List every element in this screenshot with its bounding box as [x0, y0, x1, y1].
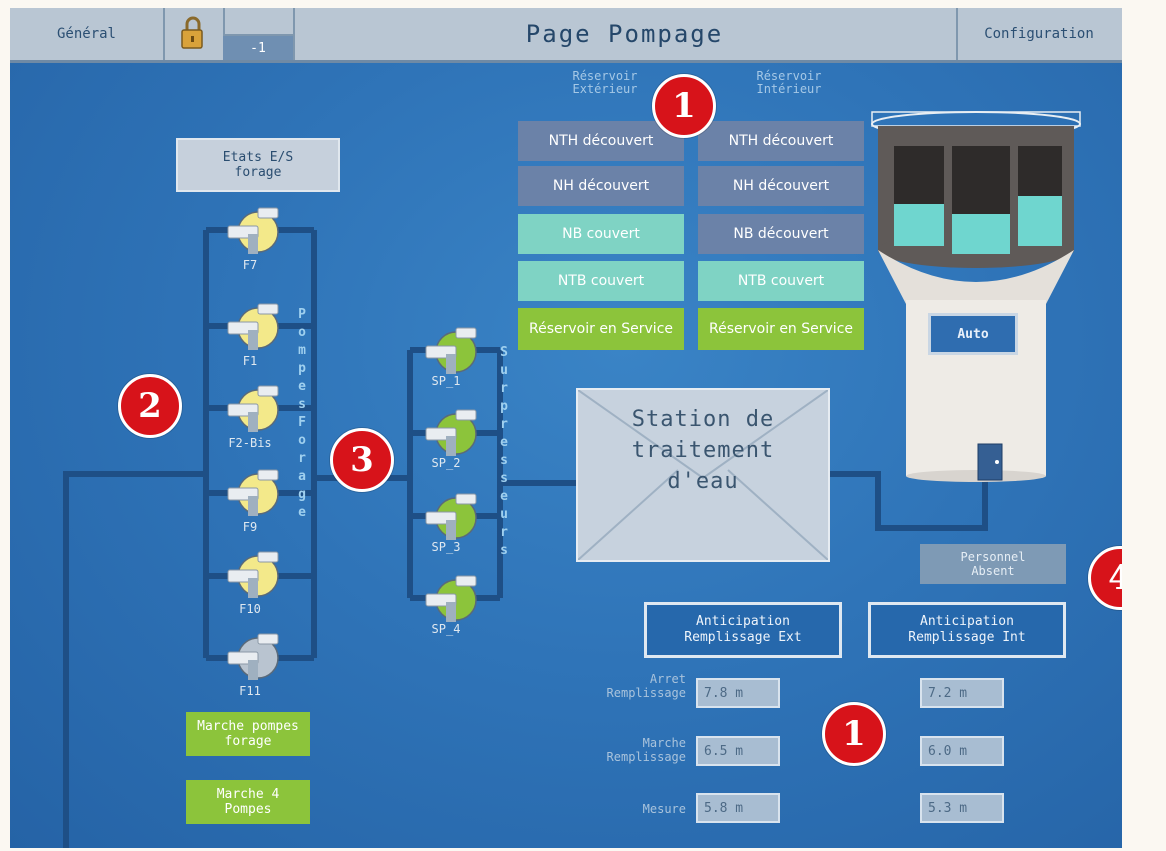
pump-icon — [227, 385, 279, 432]
pump-f7[interactable] — [224, 204, 280, 260]
int-state-nth: NTH découvert — [698, 121, 864, 161]
pump-f11[interactable] — [224, 630, 280, 686]
ext-state-service: Réservoir en Service — [518, 308, 684, 350]
ext-state-nb: NB couvert — [518, 214, 684, 254]
arret-ext-value[interactable]: 7.8 m — [696, 678, 780, 708]
pump-sp-1[interactable] — [422, 324, 478, 380]
callout-badge-1-top: 1 — [652, 74, 716, 138]
pump-f2-bis[interactable] — [224, 382, 280, 438]
pump-label: SP_2 — [431, 456, 461, 470]
pump-f10[interactable] — [224, 548, 280, 604]
ext-state-nh: NH découvert — [518, 166, 684, 206]
int-state-nb: NB découvert — [698, 214, 864, 254]
marche-int-value[interactable]: 6.0 m — [920, 736, 1004, 766]
ext-state-ntb: NTB couvert — [518, 261, 684, 301]
auto-mode-button[interactable]: Auto — [928, 313, 1018, 355]
int-state-service: Réservoir en Service — [698, 308, 864, 350]
pump-f9[interactable] — [224, 466, 280, 522]
measure-label-mesure: Mesure — [642, 802, 686, 816]
pump-f1[interactable] — [224, 300, 280, 356]
personnel-status: Personnel Absent — [920, 544, 1066, 584]
pump-label: SP_3 — [431, 540, 461, 554]
pump-label: F11 — [239, 684, 261, 698]
callout-badge-3: 3 — [330, 428, 394, 492]
pump-icon — [425, 575, 477, 622]
pump-label: F1 — [242, 354, 258, 368]
pump-icon — [425, 493, 477, 540]
water-tower-graphic — [871, 111, 1081, 482]
pump-icon — [425, 327, 477, 374]
callout-badge-1-bottom: 1 — [822, 702, 886, 766]
pump-icon — [227, 551, 279, 598]
water-treatment-station[interactable]: Station de traitement d'eau — [576, 388, 830, 562]
measure-label-marche: Marche Remplissage — [606, 736, 686, 764]
pump-sp-2[interactable] — [422, 406, 478, 462]
marche-ext-value[interactable]: 6.5 m — [696, 736, 780, 766]
reservoir-ext-header: Réservoir Extérieur — [572, 69, 638, 96]
pump-label: F7 — [242, 258, 258, 272]
int-state-ntb: NTB couvert — [698, 261, 864, 301]
anticipation-int-button[interactable]: Anticipation Remplissage Int — [868, 602, 1066, 658]
marche-4-pompes-button[interactable]: Marche 4 Pompes — [186, 780, 310, 824]
pump-icon — [227, 303, 279, 350]
callout-badge-2: 2 — [118, 374, 182, 438]
pump-label: F9 — [242, 520, 258, 534]
int-state-nh: NH découvert — [698, 166, 864, 206]
mesure-int-value: 5.3 m — [920, 793, 1004, 823]
arret-int-value[interactable]: 7.2 m — [920, 678, 1004, 708]
station-label: Station de traitement d'eau — [631, 407, 775, 494]
pump-sp-4[interactable] — [422, 572, 478, 628]
pump-icon — [227, 207, 279, 254]
pump-icon — [425, 409, 477, 456]
anticipation-ext-button[interactable]: Anticipation Remplissage Ext — [644, 602, 842, 658]
pump-sp-3[interactable] — [422, 490, 478, 546]
etats-es-forage-button[interactable]: Etats E/S forage — [176, 138, 340, 192]
pump-label: SP_4 — [431, 622, 461, 636]
measure-label-arret: Arret Remplissage — [606, 672, 686, 700]
pompes-forage-label: P o m p e s F o r a g e — [298, 307, 306, 520]
pump-label: SP_1 — [431, 374, 461, 388]
pump-icon — [227, 633, 279, 680]
pump-label: F10 — [239, 602, 261, 616]
mesure-ext-value: 5.8 m — [696, 793, 780, 823]
marche-pompes-forage-button[interactable]: Marche pompes forage — [186, 712, 310, 756]
hmi-screen: Général -1 Page Pompage Configuration Ré… — [10, 8, 1122, 848]
surpresseurs-label: S u r p r e s s e u r s — [500, 345, 508, 558]
pump-icon — [227, 469, 279, 516]
pump-label: F2-Bis — [228, 436, 272, 450]
reservoir-int-header: Réservoir Intérieur — [756, 69, 822, 96]
